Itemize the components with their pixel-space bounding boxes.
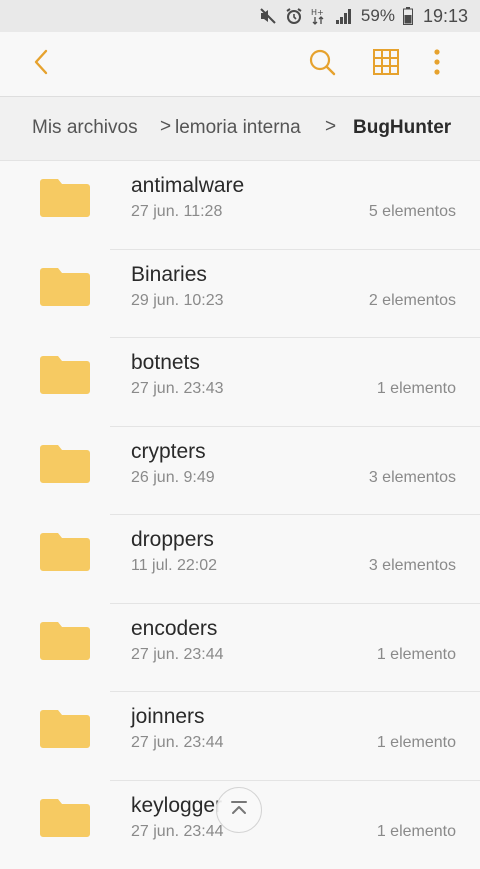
breadcrumb-root[interactable]: Mis archivos [32, 117, 138, 139]
folder-name: joinners [131, 705, 205, 729]
alarm-icon [285, 7, 303, 25]
clock: 19:13 [423, 6, 468, 27]
folder-row-antimalware[interactable]: antimalware 27 jun. 11:28 5 elementos [0, 161, 480, 250]
svg-text:H+: H+ [311, 8, 324, 17]
folder-item-count: 1 elemento [377, 823, 456, 841]
search-icon [308, 48, 336, 81]
folder-item-count: 1 elemento [377, 646, 456, 664]
folder-item-count: 1 elemento [377, 734, 456, 752]
scroll-to-top-icon [230, 800, 248, 821]
mute-icon [259, 7, 277, 25]
folder-row-botnets[interactable]: botnets 27 jun. 23:43 1 elemento [0, 338, 480, 427]
more-options-button[interactable] [409, 32, 465, 96]
folder-date: 27 jun. 11:28 [131, 203, 222, 221]
folder-row-binaries[interactable]: Binaries 29 jun. 10:23 2 elementos [0, 250, 480, 339]
folder-row-droppers[interactable]: droppers 11 jul. 22:02 3 elementos [0, 515, 480, 604]
back-button[interactable] [13, 32, 69, 96]
folder-name: encoders [131, 617, 217, 641]
folder-name: droppers [131, 528, 214, 552]
folder-row-encoders[interactable]: encoders 27 jun. 23:44 1 elemento [0, 604, 480, 693]
folder-name: keylogger [131, 794, 222, 818]
breadcrumb-separator: > [325, 116, 336, 138]
folder-row-joinners[interactable]: joinners 27 jun. 23:44 1 elemento [0, 692, 480, 781]
folder-row-crypters[interactable]: crypters 26 jun. 9:49 3 elementos [0, 427, 480, 516]
folder-item-count: 3 elementos [369, 557, 456, 575]
grid-view-button[interactable] [358, 32, 414, 96]
folder-icon [40, 177, 90, 217]
folder-icon [40, 708, 90, 748]
folder-date: 27 jun. 23:43 [131, 380, 224, 398]
folder-icon [40, 443, 90, 483]
folder-icon [40, 620, 90, 660]
chevron-left-icon [33, 49, 49, 80]
folder-date: 27 jun. 23:44 [131, 823, 224, 841]
folder-item-count: 5 elementos [369, 203, 456, 221]
scroll-to-top-button[interactable] [216, 787, 262, 833]
breadcrumb-separator: > [160, 116, 171, 138]
status-bar: H+ 59% 19:13 [0, 0, 480, 32]
folder-date: 29 jun. 10:23 [131, 292, 224, 310]
folder-date: 26 jun. 9:49 [131, 469, 215, 487]
more-vertical-icon [433, 49, 441, 80]
folder-item-count: 2 elementos [369, 292, 456, 310]
signal-icon [335, 7, 353, 25]
folder-name: botnets [131, 351, 200, 375]
folder-date: 27 jun. 23:44 [131, 734, 224, 752]
folder-date: 11 jul. 22:02 [131, 557, 217, 575]
folder-name: antimalware [131, 174, 244, 198]
breadcrumb-internal-storage[interactable]: lemoria interna [175, 117, 301, 139]
folder-icon [40, 531, 90, 571]
breadcrumb-current: BugHunter [353, 117, 451, 139]
folder-list: antimalware 27 jun. 11:28 5 elementos Bi… [0, 161, 480, 869]
grid-view-icon [373, 49, 399, 80]
toolbar [0, 32, 480, 97]
folder-item-count: 1 elemento [377, 380, 456, 398]
battery-icon [403, 7, 413, 25]
data-icon: H+ [311, 7, 327, 25]
folder-name: crypters [131, 440, 206, 464]
folder-date: 27 jun. 23:44 [131, 646, 224, 664]
search-button[interactable] [294, 32, 350, 96]
folder-name: Binaries [131, 263, 207, 287]
folder-icon [40, 266, 90, 306]
folder-item-count: 3 elementos [369, 469, 456, 487]
breadcrumb: Mis archivos > lemoria interna > BugHunt… [0, 97, 480, 161]
folder-icon [40, 797, 90, 837]
battery-percent: 59% [361, 6, 395, 26]
folder-icon [40, 354, 90, 394]
